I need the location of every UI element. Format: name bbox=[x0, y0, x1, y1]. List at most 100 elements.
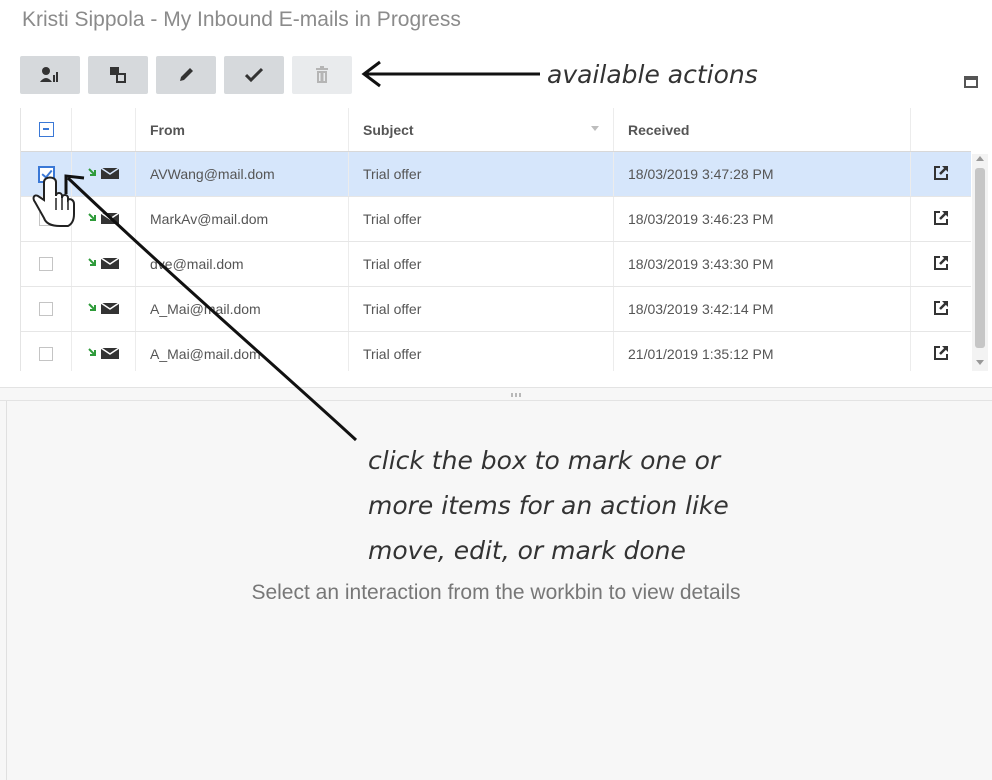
received-column-header[interactable]: Received bbox=[614, 108, 911, 151]
row-from-text: AVWang@mail.dom bbox=[150, 166, 275, 182]
row-received-text: 18/03/2019 3:47:28 PM bbox=[628, 166, 774, 182]
row-subject-text: Trial offer bbox=[363, 346, 422, 362]
scroll-down-arrow-icon[interactable] bbox=[976, 360, 984, 365]
row-received-text: 18/03/2019 3:42:14 PM bbox=[628, 301, 774, 317]
row-from: AVWang@mail.dom bbox=[136, 152, 349, 196]
row-type-cell bbox=[72, 242, 136, 286]
subject-column-label: Subject bbox=[363, 121, 414, 138]
annotation-click-box: click the box to mark one or more items … bbox=[368, 438, 729, 573]
row-checkbox[interactable] bbox=[39, 302, 53, 316]
row-type-cell bbox=[72, 152, 136, 196]
row-check-cell bbox=[21, 197, 72, 241]
workbin-grid: From Subject Received AVWang@mail.dom Tr… bbox=[20, 108, 971, 371]
row-type-cell bbox=[72, 197, 136, 241]
row-received: 18/03/2019 3:43:30 PM bbox=[614, 242, 911, 286]
grid-header: From Subject Received bbox=[21, 108, 971, 152]
edit-button[interactable] bbox=[156, 56, 216, 94]
delete-trash-icon bbox=[315, 66, 329, 84]
annotation-line: click the box to mark one or bbox=[368, 446, 721, 475]
row-checkbox[interactable] bbox=[39, 347, 53, 361]
row-check-cell bbox=[21, 152, 72, 196]
detail-placeholder: Select an interaction from the workbin t… bbox=[251, 581, 741, 604]
row-from: A_Mai@mail.dom bbox=[136, 287, 349, 331]
row-subject: Trial offer bbox=[349, 197, 614, 241]
row-subject-text: Trial offer bbox=[363, 301, 422, 317]
row-received-text: 18/03/2019 3:43:30 PM bbox=[628, 256, 774, 272]
received-column-label: Received bbox=[628, 121, 690, 138]
row-from-text: MarkAv@mail.dom bbox=[150, 211, 269, 227]
workbin-panel: Kristi Sippola - My Inbound E-mails in P… bbox=[0, 0, 992, 388]
table-row[interactable]: dve@mail.dom Trial offer 18/03/2019 3:43… bbox=[21, 242, 971, 287]
panel-splitter[interactable] bbox=[0, 387, 992, 401]
mark-done-check-icon bbox=[245, 67, 263, 83]
delete-button[interactable] bbox=[292, 56, 352, 94]
row-from-text: A_Mai@mail.dom bbox=[150, 301, 261, 317]
row-type-cell bbox=[72, 287, 136, 331]
row-subject-text: Trial offer bbox=[363, 256, 422, 272]
row-from: A_Mai@mail.dom bbox=[136, 332, 349, 371]
open-external-icon[interactable] bbox=[933, 165, 949, 184]
move-button[interactable] bbox=[88, 56, 148, 94]
scroll-up-arrow-icon[interactable] bbox=[976, 156, 984, 161]
open-external-icon[interactable] bbox=[933, 210, 949, 229]
table-row[interactable]: A_Mai@mail.dom Trial offer 18/03/2019 3:… bbox=[21, 287, 971, 332]
select-all-cell bbox=[21, 108, 72, 151]
table-row[interactable]: MarkAv@mail.dom Trial offer 18/03/2019 3… bbox=[21, 197, 971, 242]
table-row[interactable]: A_Mai@mail.dom Trial offer 21/01/2019 1:… bbox=[21, 332, 971, 371]
row-check-cell bbox=[21, 287, 72, 331]
row-received: 21/01/2019 1:35:12 PM bbox=[614, 332, 911, 371]
row-subject: Trial offer bbox=[349, 287, 614, 331]
row-open-cell bbox=[911, 242, 971, 286]
row-received: 18/03/2019 3:47:28 PM bbox=[614, 152, 911, 196]
row-subject: Trial offer bbox=[349, 152, 614, 196]
workbin-title: Kristi Sippola - My Inbound E-mails in P… bbox=[22, 8, 461, 31]
select-all-checkbox[interactable] bbox=[38, 122, 54, 137]
row-from-text: dve@mail.dom bbox=[150, 256, 244, 272]
row-open-cell bbox=[911, 152, 971, 196]
from-column-header[interactable]: From bbox=[136, 108, 349, 151]
maximize-icon[interactable] bbox=[964, 76, 978, 88]
annotation-line: more items for an action like bbox=[368, 491, 729, 520]
splitter-grip-icon[interactable] bbox=[511, 393, 523, 397]
edit-pencil-icon bbox=[177, 66, 195, 84]
annotation-available-actions: available actions bbox=[547, 60, 758, 89]
subject-column-header[interactable]: Subject bbox=[349, 108, 614, 151]
row-received: 18/03/2019 3:46:23 PM bbox=[614, 197, 911, 241]
row-subject: Trial offer bbox=[349, 332, 614, 371]
row-open-cell bbox=[911, 287, 971, 331]
row-checkbox[interactable] bbox=[37, 165, 55, 183]
open-external-icon[interactable] bbox=[933, 255, 949, 274]
type-column-header bbox=[72, 108, 136, 151]
from-column-label: From bbox=[150, 121, 185, 138]
row-open-cell bbox=[911, 332, 971, 371]
scroll-thumb[interactable] bbox=[975, 168, 985, 348]
inbound-email-icon bbox=[87, 256, 121, 273]
row-from: MarkAv@mail.dom bbox=[136, 197, 349, 241]
mark-done-button[interactable] bbox=[224, 56, 284, 94]
inbound-email-icon bbox=[87, 211, 121, 228]
row-subject-text: Trial offer bbox=[363, 211, 422, 227]
table-row[interactable]: AVWang@mail.dom Trial offer 18/03/2019 3… bbox=[21, 152, 971, 197]
inbound-email-icon bbox=[87, 166, 121, 183]
annotation-line: move, edit, or mark done bbox=[368, 536, 686, 565]
move-icon bbox=[109, 66, 127, 84]
row-check-cell bbox=[21, 332, 72, 371]
row-received-text: 18/03/2019 3:46:23 PM bbox=[628, 211, 774, 227]
open-external-icon[interactable] bbox=[933, 345, 949, 364]
inbound-email-icon bbox=[87, 301, 121, 318]
row-subject: Trial offer bbox=[349, 242, 614, 286]
row-checkbox[interactable] bbox=[39, 212, 53, 226]
row-subject-text: Trial offer bbox=[363, 166, 422, 182]
row-from-text: A_Mai@mail.dom bbox=[150, 346, 261, 362]
row-open-cell bbox=[911, 197, 971, 241]
assign-button[interactable] bbox=[20, 56, 80, 94]
row-check-cell bbox=[21, 242, 72, 286]
inbound-email-icon bbox=[87, 346, 121, 363]
row-from: dve@mail.dom bbox=[136, 242, 349, 286]
grid-scrollbar[interactable] bbox=[972, 154, 988, 371]
row-type-cell bbox=[72, 332, 136, 371]
open-external-icon[interactable] bbox=[933, 300, 949, 319]
row-checkbox[interactable] bbox=[39, 257, 53, 271]
sort-arrow-icon bbox=[591, 126, 599, 131]
row-received-text: 21/01/2019 1:35:12 PM bbox=[628, 346, 774, 362]
